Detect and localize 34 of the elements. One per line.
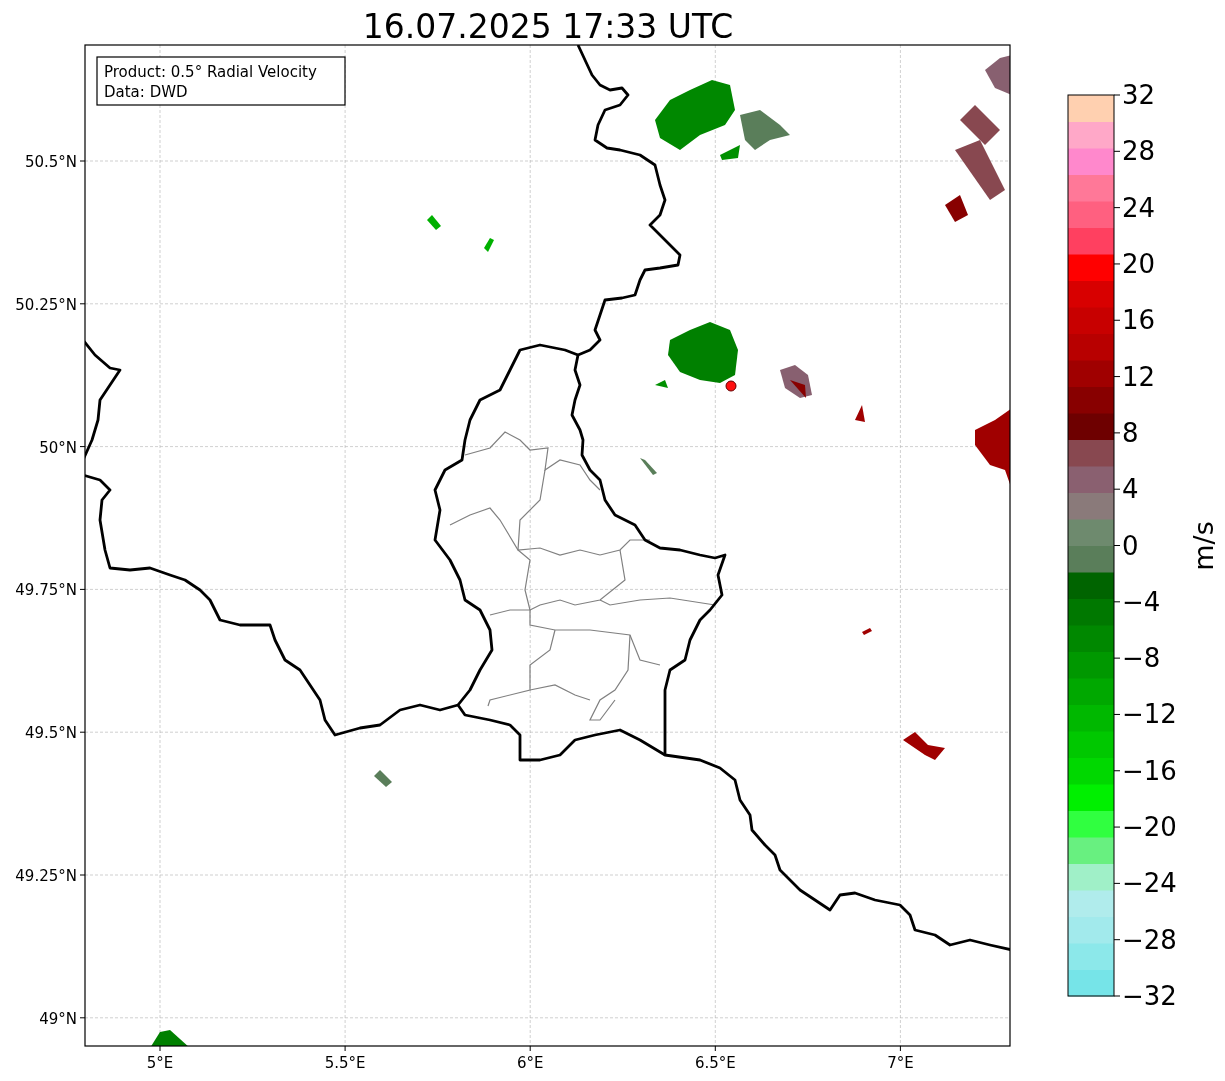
colorbar-tick-label: 28 xyxy=(1122,136,1156,167)
axis-tick-label: 50.25°N xyxy=(15,295,77,314)
radar-site-marker xyxy=(725,380,737,392)
axis-tick-label: 49.5°N xyxy=(24,724,77,743)
axis-tick-label: 5.5°E xyxy=(324,1054,366,1072)
colorbar-tick-label: −24 xyxy=(1122,868,1177,899)
info-text: Product: 0.5° Radial Velocity xyxy=(104,63,317,81)
axis-tick-label: 49°N xyxy=(39,1009,77,1028)
axis-tick-label: 49.75°N xyxy=(15,581,77,600)
colorbar-tick-label: −32 xyxy=(1122,981,1177,1011)
axis-tick-label: 7°E xyxy=(887,1054,914,1072)
axis-tick-label: 6°E xyxy=(516,1054,544,1072)
colorbar-tick-label: 32 xyxy=(1122,80,1156,110)
axis-tick-label: 50.5°N xyxy=(24,153,77,171)
colorbar-tick-label: 20 xyxy=(1122,248,1156,279)
colorbar-tick-label: −20 xyxy=(1122,812,1177,843)
colorbar-tick-label: 24 xyxy=(1122,192,1156,223)
axis-tick-label: 6.5°E xyxy=(694,1054,736,1072)
colorbar-tick-label: −8 xyxy=(1122,643,1161,674)
colorbar-tick-label: −12 xyxy=(1122,699,1177,730)
colorbar-tick-label: 0 xyxy=(1122,530,1139,561)
colorbar-tick-label: 12 xyxy=(1122,361,1156,392)
colorbar-tick-label: 8 xyxy=(1122,417,1139,448)
axis-tick-label: 5°E xyxy=(146,1054,174,1072)
axis-tick-label: 49.25°N xyxy=(15,867,77,885)
colorbar-label: m/s xyxy=(1188,521,1219,571)
colorbar-tick-label: 4 xyxy=(1122,474,1139,505)
info-text: Data: DWD xyxy=(104,83,188,101)
axis-tick-label: 50°N xyxy=(39,438,77,457)
colorbar-tick-label: −16 xyxy=(1122,755,1177,786)
chart-title: 16.07.2025 17:33 UTC xyxy=(362,7,734,46)
colorbar-tick-label: 16 xyxy=(1122,305,1156,336)
colorbar-tick-label: −28 xyxy=(1122,924,1177,955)
colorbar-tick-label: −4 xyxy=(1122,586,1161,617)
